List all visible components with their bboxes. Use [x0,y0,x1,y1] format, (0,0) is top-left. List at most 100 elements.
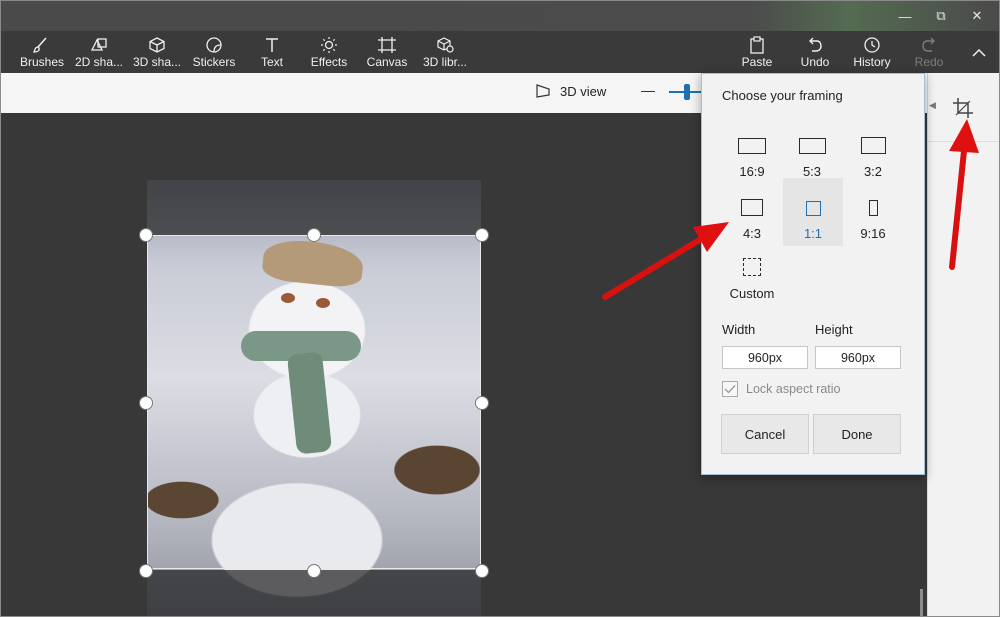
custom-ratio-icon [743,244,761,276]
popup-title: Choose your framing [722,88,843,103]
crop-handle-top-left[interactable] [139,228,153,242]
minimize-icon: — [898,8,912,24]
crop-handle-right[interactable] [475,396,489,410]
crop-handle-bottom[interactable] [307,564,321,578]
title-bar: — ⧉ ✕ [1,1,999,31]
ratio-16-9-icon [738,122,766,154]
ratio-3-2-icon [860,122,886,154]
text-icon [266,38,278,52]
ratio-9-16-option[interactable]: 9:16 [843,184,903,246]
ratio-label: 5:3 [802,164,822,179]
ratio-label: 1:1 [803,226,823,241]
tool-text[interactable]: Text [251,31,293,73]
ratio-label: 16:9 [739,164,765,179]
ratio-16-9-option[interactable]: 16:9 [722,122,782,184]
ratio-label: 3:2 [863,164,883,179]
3d-view-icon [536,84,550,98]
expand-panel-icon[interactable]: ◀ [929,100,936,111]
lock-aspect-label: Lock aspect ratio [746,382,841,396]
side-panel [927,73,999,616]
crop-button[interactable] [950,95,976,121]
zoom-slider-thumb[interactable] [684,84,690,100]
effects-icon [321,37,337,53]
tool-3d-shapes[interactable]: 3D sha... [132,31,182,73]
tool-redo[interactable]: Redo [909,31,949,73]
restore-icon: ⧉ [936,8,946,23]
crop-handle-bottom-right[interactable] [475,564,489,578]
chevron-up-icon [972,48,986,57]
paint3d-window: — ⧉ ✕ Brushes 2D sha... 3D sha... Sticke… [0,0,1000,617]
ratio-label: 9:16 [860,226,886,241]
tool-label: Effects [310,55,348,69]
height-label: Height [815,322,853,337]
restore-button[interactable]: ⧉ [923,1,959,31]
tool-canvas[interactable]: Canvas [365,31,409,73]
width-value: 960px [747,350,783,365]
crop-selection[interactable] [147,235,481,569]
tool-stickers[interactable]: Stickers [191,31,237,73]
ratio-1-1-icon [805,184,821,216]
crop-icon [953,98,973,118]
tool-label: Paste [741,55,773,69]
ratio-1-1-option[interactable]: 1:1 [783,178,843,246]
tool-effects[interactable]: Effects [307,31,351,73]
crop-handle-top-right[interactable] [475,228,489,242]
undo-icon [809,37,822,52]
height-input[interactable]: 960px [815,346,901,369]
crop-handle-top[interactable] [307,228,321,242]
tool-label: 3D libr... [422,55,467,69]
ratio-4-3-option[interactable]: 4:3 [722,184,782,246]
cancel-button[interactable]: Cancel [721,414,809,454]
done-button[interactable]: Done [813,414,901,454]
ratio-custom-option[interactable]: Custom [722,244,782,306]
tool-label: Undo [800,55,830,69]
tool-2d-shapes[interactable]: 2D sha... [74,31,124,73]
minimize-button[interactable]: — [887,1,923,31]
tool-history[interactable]: History [851,31,893,73]
tool-label: Redo [914,55,944,69]
cropped-out-region-top [147,180,481,235]
crop-handle-left[interactable] [139,396,153,410]
tool-label: Text [260,55,283,69]
history-icon [864,37,880,53]
tool-undo[interactable]: Undo [795,31,835,73]
ratio-label: 4:3 [742,226,762,241]
lock-aspect-ratio[interactable]: Lock aspect ratio [722,381,841,397]
close-icon: ✕ [971,8,983,23]
crop-handle-bottom-left[interactable] [139,564,153,578]
vertical-scrollbar[interactable] [920,589,923,616]
tool-brushes[interactable]: Brushes [19,31,65,73]
main-toolbar: Brushes 2D sha... 3D sha... Stickers Tex… [1,31,999,73]
ratio-label: Custom [729,286,775,301]
sticker-icon [206,37,222,53]
2d-shapes-icon [90,38,107,51]
close-button[interactable]: ✕ [959,1,995,31]
ratio-9-16-icon [868,184,878,216]
ratio-3-2-option[interactable]: 3:2 [843,122,903,184]
collapse-toolbar-button[interactable] [965,31,993,73]
lock-aspect-checkbox[interactable] [722,381,738,397]
tool-label: Brushes [19,55,65,69]
ratio-5-3-option[interactable]: 5:3 [782,122,842,184]
zoom-out-button[interactable] [641,91,655,92]
3d-view-label: 3D view [560,83,607,99]
done-label: Done [841,426,873,442]
paste-icon [750,36,764,54]
tool-3d-library[interactable]: 3D libr... [420,31,470,73]
3d-shapes-icon [149,37,165,53]
tool-paste[interactable]: Paste [737,31,777,73]
cancel-label: Cancel [744,426,786,442]
tool-label: 2D sha... [74,55,124,69]
3d-library-icon [437,37,454,53]
width-input[interactable]: 960px [722,346,808,369]
framing-popup: Choose your framing 16:9 5:3 3:2 4:3 1:1… [701,73,925,475]
brush-icon [32,37,47,53]
panel-divider [928,141,999,142]
width-label: Width [722,322,756,337]
redo-icon [922,37,935,52]
height-value: 960px [840,350,876,365]
3d-view-button[interactable]: 3D view [534,83,606,99]
tool-label: Canvas [366,55,408,69]
canvas-icon [378,37,396,53]
tool-label: Stickers [192,55,236,69]
